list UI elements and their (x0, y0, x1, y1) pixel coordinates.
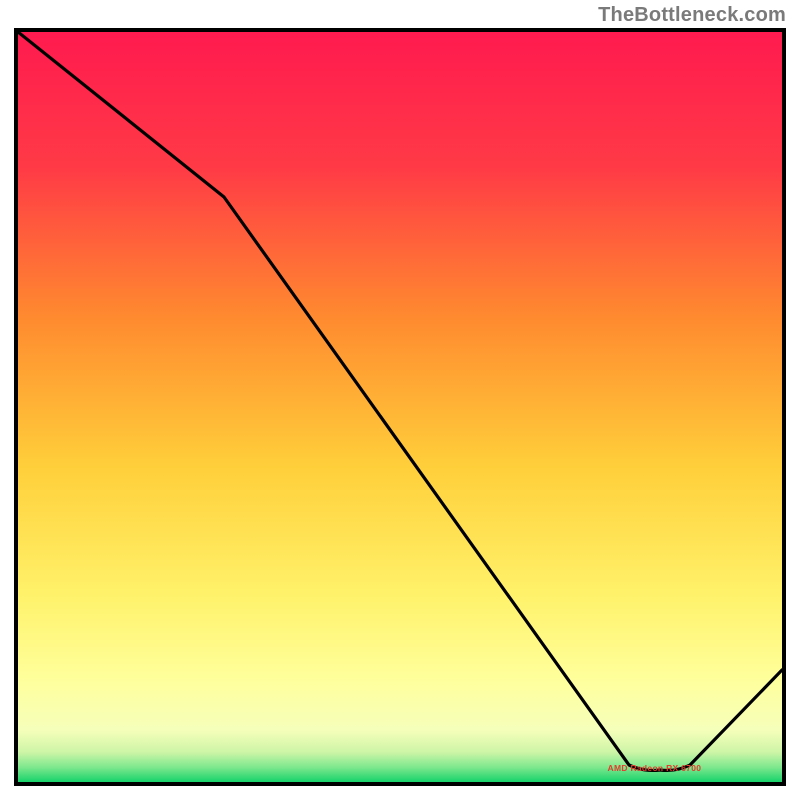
baseline-label: AMD Radeon RX 6700 (608, 763, 702, 773)
attribution-text: TheBottleneck.com (598, 4, 786, 27)
chart-container: TheBottleneck.com (0, 0, 800, 800)
background-gradient (18, 32, 782, 782)
plot-area: AMD Radeon RX 6700 (14, 28, 786, 786)
